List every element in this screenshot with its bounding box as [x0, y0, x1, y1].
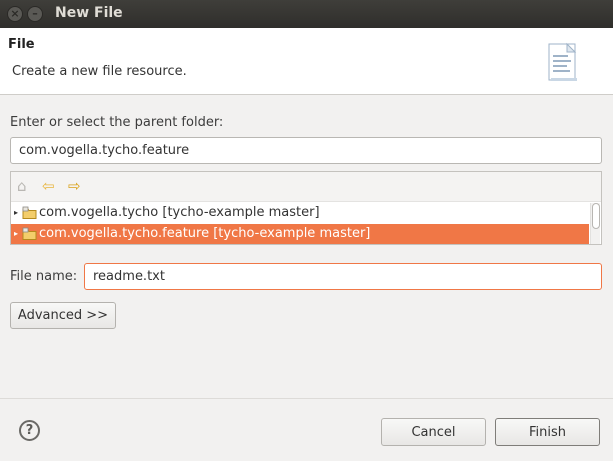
file-name-input[interactable] [84, 263, 602, 290]
tree-toolbar: ⌂ ⇦ ⇨ [11, 172, 601, 202]
tree-item-label: com.vogella.tycho [tycho-example master] [39, 205, 320, 220]
page-title: File [8, 37, 35, 52]
help-icon[interactable]: ? [19, 420, 40, 441]
wizard-header: File Create a new file resource. [0, 28, 613, 95]
forward-arrow-icon[interactable]: ⇨ [68, 178, 81, 194]
page-description: Create a new file resource. [12, 64, 187, 79]
back-arrow-icon[interactable]: ⇦ [42, 178, 55, 194]
title-bar: × – New File [0, 0, 613, 28]
document-icon [546, 42, 580, 88]
button-bar-divider [0, 398, 613, 399]
tree-item-selected[interactable]: ▸ com.vogella.tycho.feature [tycho-examp… [11, 224, 589, 244]
tree-scrollbar[interactable] [590, 203, 600, 244]
folder-tree[interactable]: ⌂ ⇦ ⇨ ▸ com.vogella.tycho [tycho-example… [10, 171, 602, 245]
expand-arrow-icon[interactable]: ▸ [14, 203, 18, 223]
project-folder-icon [22, 227, 37, 248]
expand-arrow-icon[interactable]: ▸ [14, 224, 18, 244]
close-window-icon[interactable]: × [7, 6, 23, 22]
minimize-window-icon[interactable]: – [27, 6, 43, 22]
window-title: New File [55, 5, 123, 21]
file-name-label: File name: [10, 269, 78, 284]
home-icon[interactable]: ⌂ [17, 178, 27, 194]
finish-button[interactable]: Finish [495, 418, 600, 446]
cancel-button[interactable]: Cancel [381, 418, 486, 446]
parent-folder-label: Enter or select the parent folder: [10, 115, 224, 130]
parent-folder-input[interactable] [10, 137, 602, 164]
tree-item[interactable]: ▸ com.vogella.tycho [tycho-example maste… [11, 203, 589, 223]
advanced-button[interactable]: Advanced >> [10, 302, 116, 329]
tree-item-label: com.vogella.tycho.feature [tycho-example… [39, 226, 371, 241]
scrollbar-thumb[interactable] [592, 203, 600, 229]
